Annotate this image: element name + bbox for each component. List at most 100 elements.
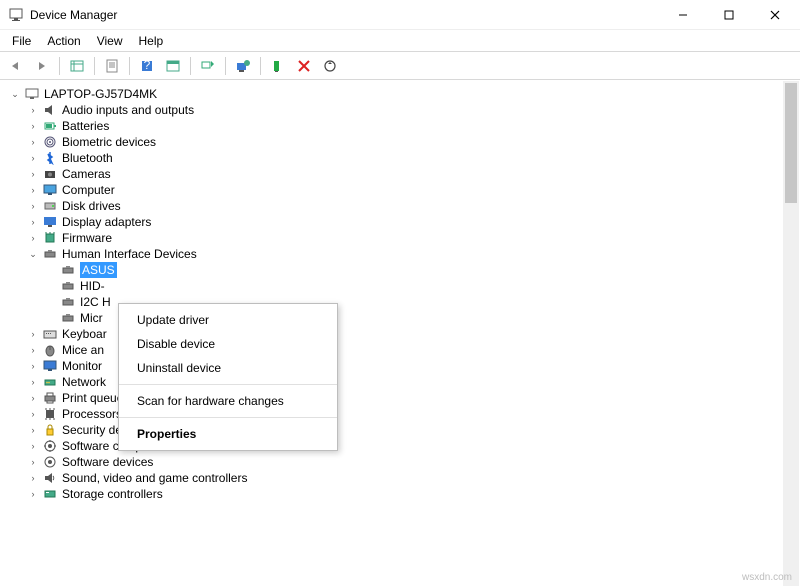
computer-icon bbox=[24, 86, 40, 102]
ctx-disable-device[interactable]: Disable device bbox=[119, 332, 337, 356]
update-driver-icon[interactable] bbox=[231, 55, 255, 77]
tree-category-softdev[interactable]: ›Software devices bbox=[26, 454, 800, 470]
disable-device-icon[interactable] bbox=[292, 55, 316, 77]
tree-category-diskdrives[interactable]: › Disk drives bbox=[26, 198, 800, 214]
chevron-down-icon[interactable]: ⌄ bbox=[8, 87, 22, 101]
chevron-right-icon[interactable]: › bbox=[26, 471, 40, 485]
chevron-right-icon[interactable]: › bbox=[26, 199, 40, 213]
diskdrives-icon bbox=[42, 198, 58, 214]
chevron-right-icon[interactable]: › bbox=[26, 327, 40, 341]
help-icon[interactable]: ? bbox=[135, 55, 159, 77]
close-button[interactable] bbox=[752, 0, 798, 30]
softdev-icon bbox=[42, 454, 58, 470]
chevron-right-icon[interactable]: › bbox=[26, 215, 40, 229]
tree-category-bluetooth[interactable]: › Bluetooth bbox=[26, 150, 800, 166]
chevron-right-icon[interactable]: › bbox=[26, 391, 40, 405]
chevron-right-icon[interactable]: › bbox=[26, 407, 40, 421]
cameras-icon bbox=[42, 166, 58, 182]
category-label: Human Interface Devices bbox=[62, 246, 197, 262]
tree-root[interactable]: ⌄ LAPTOP-GJ57D4MK bbox=[8, 86, 800, 102]
chevron-right-icon[interactable]: › bbox=[26, 487, 40, 501]
menubar: File Action View Help bbox=[0, 30, 800, 52]
tree-category-hid[interactable]: ⌄ Human Interface Devices bbox=[26, 246, 800, 262]
scrollbar-thumb[interactable] bbox=[785, 83, 797, 203]
hid-device-icon bbox=[60, 262, 76, 278]
device-manager-icon bbox=[8, 7, 24, 23]
ctx-properties[interactable]: Properties bbox=[119, 422, 337, 446]
mice-icon bbox=[42, 342, 58, 358]
tree-category-storage[interactable]: ›Storage controllers bbox=[26, 486, 800, 502]
category-label: Sound, video and game controllers bbox=[62, 470, 247, 486]
batteries-icon bbox=[42, 118, 58, 134]
chevron-right-icon[interactable]: › bbox=[26, 439, 40, 453]
refresh-icon[interactable] bbox=[318, 55, 342, 77]
category-label: Mice an bbox=[62, 342, 104, 358]
chevron-right-icon[interactable]: › bbox=[26, 151, 40, 165]
scan-hardware-icon[interactable] bbox=[196, 55, 220, 77]
spacer bbox=[44, 263, 58, 277]
bluetooth-icon bbox=[42, 150, 58, 166]
minimize-button[interactable] bbox=[660, 0, 706, 30]
hid-device-icon bbox=[60, 278, 76, 294]
tree-device-asus[interactable]: ASUS bbox=[44, 262, 800, 278]
chevron-right-icon[interactable]: › bbox=[26, 343, 40, 357]
spacer bbox=[44, 279, 58, 293]
spacer bbox=[44, 295, 58, 309]
ctx-update-driver[interactable]: Update driver bbox=[119, 308, 337, 332]
scrollbar[interactable] bbox=[783, 81, 799, 586]
category-label: Batteries bbox=[62, 118, 109, 134]
tree-category-audio[interactable]: › Audio inputs and outputs bbox=[26, 102, 800, 118]
menu-help[interactable]: Help bbox=[131, 32, 172, 50]
sound-icon bbox=[42, 470, 58, 486]
titlebar: Device Manager bbox=[0, 0, 800, 30]
chevron-right-icon[interactable]: › bbox=[26, 167, 40, 181]
menu-view[interactable]: View bbox=[89, 32, 131, 50]
menu-file[interactable]: File bbox=[4, 32, 39, 50]
chevron-down-icon[interactable]: ⌄ bbox=[26, 247, 40, 261]
chevron-right-icon[interactable]: › bbox=[26, 119, 40, 133]
tree-category-biometric[interactable]: ›Biometric devices bbox=[26, 134, 800, 150]
uninstall-device-icon[interactable] bbox=[266, 55, 290, 77]
hid-icon bbox=[42, 246, 58, 262]
tree-category-cameras[interactable]: ›Cameras bbox=[26, 166, 800, 182]
separator bbox=[119, 384, 337, 385]
action-icon[interactable] bbox=[161, 55, 185, 77]
show-hide-icon[interactable] bbox=[65, 55, 89, 77]
chevron-right-icon[interactable]: › bbox=[26, 231, 40, 245]
menu-action[interactable]: Action bbox=[39, 32, 88, 50]
tree-category-sound[interactable]: › Sound, video and game controllers bbox=[26, 470, 800, 486]
hid-device-icon bbox=[60, 294, 76, 310]
ctx-uninstall-device[interactable]: Uninstall device bbox=[119, 356, 337, 380]
tree-device-hid1[interactable]: HID- bbox=[44, 278, 800, 294]
chevron-right-icon[interactable]: › bbox=[26, 423, 40, 437]
network-icon bbox=[42, 374, 58, 390]
spacer bbox=[44, 311, 58, 325]
tree-category-display[interactable]: ›Display adapters bbox=[26, 214, 800, 230]
chevron-right-icon[interactable]: › bbox=[26, 375, 40, 389]
properties-icon[interactable] bbox=[100, 55, 124, 77]
category-label: Computer bbox=[62, 182, 115, 198]
softcomp-icon bbox=[42, 438, 58, 454]
back-button[interactable] bbox=[4, 55, 28, 77]
tree-category-batteries[interactable]: › Batteries bbox=[26, 118, 800, 134]
toolbar: ? bbox=[0, 52, 800, 80]
category-label: Bluetooth bbox=[62, 150, 113, 166]
maximize-button[interactable] bbox=[706, 0, 752, 30]
tree-category-firmware[interactable]: › Firmware bbox=[26, 230, 800, 246]
chevron-right-icon[interactable]: › bbox=[26, 183, 40, 197]
chevron-right-icon[interactable]: › bbox=[26, 455, 40, 469]
category-label: Network bbox=[62, 374, 106, 390]
biometric-icon bbox=[42, 134, 58, 150]
forward-button[interactable] bbox=[30, 55, 54, 77]
category-label: Audio inputs and outputs bbox=[62, 102, 194, 118]
computer-icon bbox=[42, 182, 58, 198]
chevron-right-icon[interactable]: › bbox=[26, 135, 40, 149]
category-label: Firmware bbox=[62, 230, 112, 246]
hid-device-icon bbox=[60, 310, 76, 326]
category-label: Disk drives bbox=[62, 198, 121, 214]
chevron-right-icon[interactable]: › bbox=[26, 103, 40, 117]
tree-category-computer[interactable]: › Computer bbox=[26, 182, 800, 198]
security-icon bbox=[42, 422, 58, 438]
ctx-scan-hardware[interactable]: Scan for hardware changes bbox=[119, 389, 337, 413]
chevron-right-icon[interactable]: › bbox=[26, 359, 40, 373]
